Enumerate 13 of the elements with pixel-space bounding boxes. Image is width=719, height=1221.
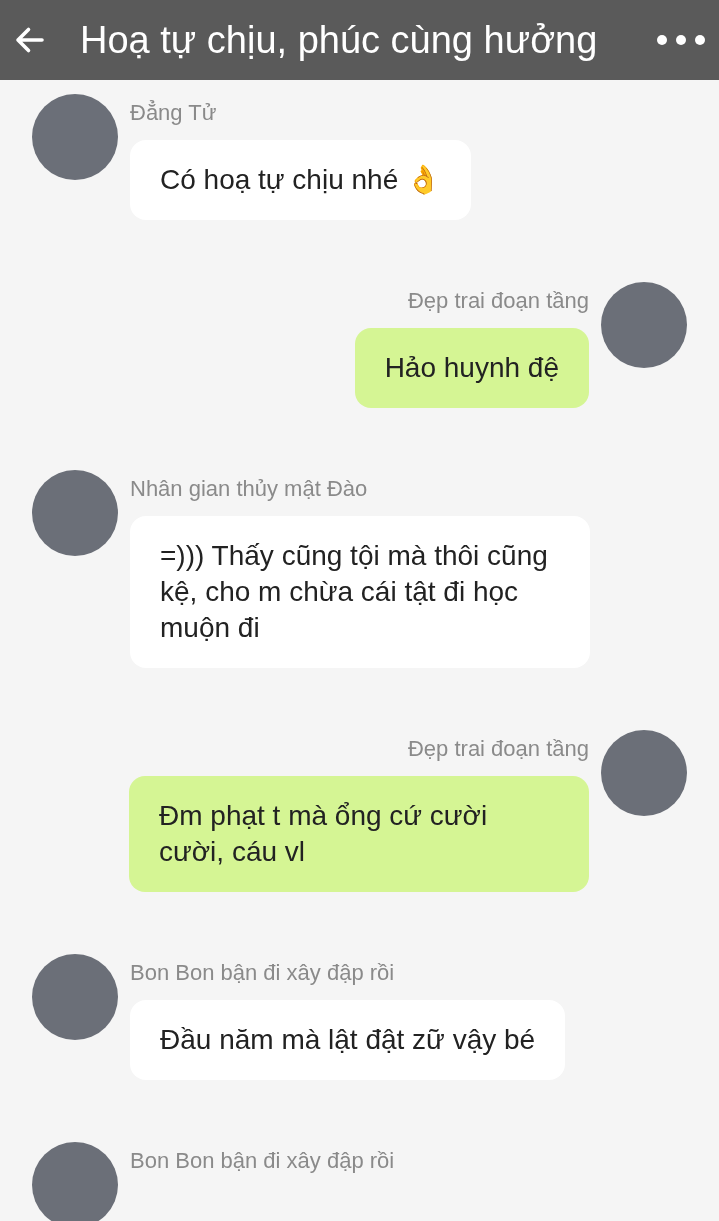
message-bubble: Có hoạ tự chịu nhé 👌 xyxy=(130,140,471,220)
sender-name: Bon Bon bận đi xây đập rồi xyxy=(130,959,395,987)
chat-title: Hoạ tự chịu, phúc cùng hưởng xyxy=(80,17,599,63)
sender-name: Đẹp trai đoạn tầng xyxy=(407,735,589,763)
message-bubble: =))) Thấy cũng tội mà thôi cũng kệ, cho m chừa cái tật đi học muộn đi xyxy=(130,516,590,668)
message-bubble: Hảo huynh đệ xyxy=(354,328,589,408)
sender-name: Đẳng Tử xyxy=(130,99,217,127)
message-bubble: Đầu năm mà lật đật zữ vậy bé xyxy=(130,1000,566,1080)
message-bubble: Đm phạt t mà ổng cứ cười cười, cáu vl xyxy=(129,776,589,892)
sender-name: Nhân gian thủy mật Đào xyxy=(130,475,368,503)
sender-name: Đẹp trai đoạn tầng xyxy=(407,287,589,315)
sender-name: Bon Bon bận đi xây đập rồi xyxy=(130,1147,395,1175)
more-icon[interactable] xyxy=(655,33,707,47)
